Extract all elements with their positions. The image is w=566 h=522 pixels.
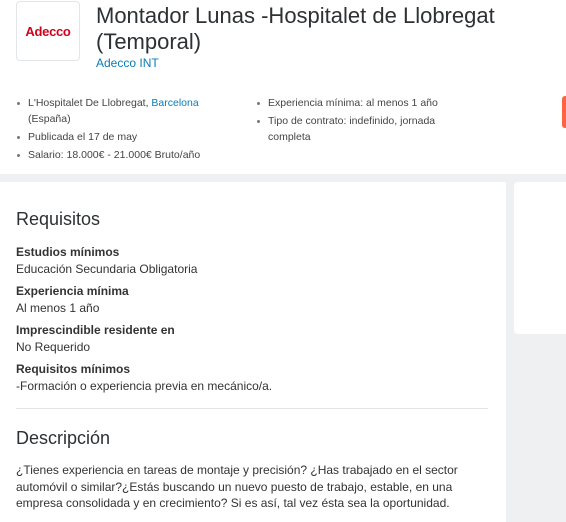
req-label-residence: Imprescindible residente en xyxy=(16,323,175,337)
company-logo[interactable]: Adecco xyxy=(16,1,80,61)
job-title: Montador Lunas -Hospitalet de Llobregat … xyxy=(96,3,495,54)
req-value-residence: No Requerido xyxy=(16,340,91,354)
req-label-experience: Experiencia mínima xyxy=(16,284,129,298)
section-divider xyxy=(16,408,488,409)
req-label-minimum: Requisitos mínimos xyxy=(16,362,131,376)
side-panel xyxy=(514,182,566,334)
logo-text: Adecco xyxy=(25,23,71,39)
location-link[interactable]: Barcelona xyxy=(151,97,198,109)
experience-fact: Experiencia mínima: al menos 1 año xyxy=(256,95,456,111)
job-facts-left: L'Hospitalet De Llobregat, Barcelona (Es… xyxy=(16,95,241,165)
job-header: Adecco Montador Lunas -Hospitalet de Llo… xyxy=(0,0,566,174)
job-detail-panel: Requisitos Estudios mínimos Educación Se… xyxy=(0,182,506,522)
req-value-studies: Educación Secundaria Obligatoria xyxy=(16,262,198,276)
req-label-studies: Estudios mínimos xyxy=(16,245,120,259)
req-value-minimum: -Formación o experiencia previa en mecán… xyxy=(16,379,273,393)
published-fact: Publicada el 17 de may xyxy=(16,129,241,145)
requirements-title: Requisitos xyxy=(16,209,101,229)
job-facts-right: Experiencia mínima: al menos 1 año Tipo … xyxy=(256,95,456,147)
req-value-experience: Al menos 1 año xyxy=(16,301,100,315)
description-text: ¿Tienes experiencia en tareas de montaje… xyxy=(16,463,458,510)
description-title: Descripción xyxy=(16,428,111,448)
apply-button[interactable] xyxy=(562,96,566,128)
contract-fact: Tipo de contrato: indefinido, jornada co… xyxy=(256,113,456,145)
company-link[interactable]: Adecco INT xyxy=(96,56,159,70)
location-fact: L'Hospitalet De Llobregat, Barcelona (Es… xyxy=(16,95,241,127)
salary-fact: Salario: 18.000€ - 21.000€ Bruto/año xyxy=(16,147,241,163)
